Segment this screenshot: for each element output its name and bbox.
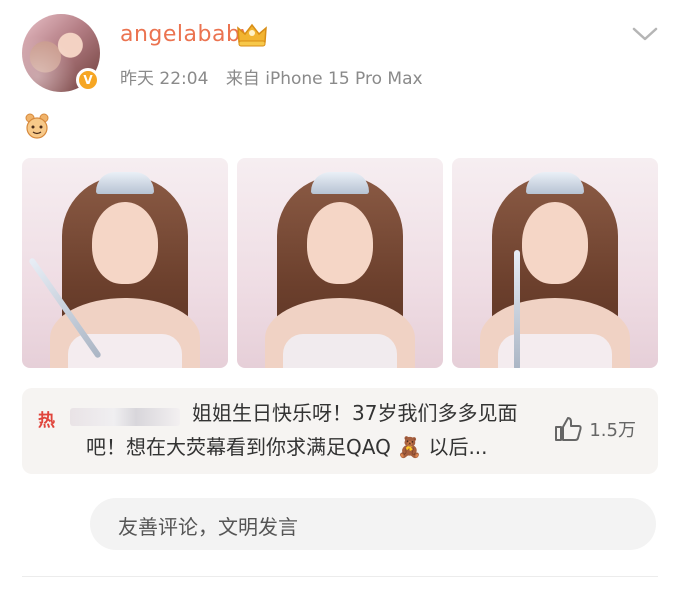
post-source: 来自 iPhone 15 Pro Max bbox=[225, 69, 423, 89]
photo-grid bbox=[22, 158, 658, 368]
chevron-down-icon[interactable] bbox=[632, 26, 658, 42]
bear-emoji-icon: 🧸 bbox=[397, 435, 423, 459]
post-time: 昨天 22:04 bbox=[120, 69, 209, 89]
like-button[interactable]: 1.5万 bbox=[553, 416, 636, 442]
bear-emoji-icon bbox=[25, 113, 49, 139]
hot-comment-text: 姐姐生日快乐呀！37岁我们多多见面吧！想在大荧幕看到你求满足QAQ 🧸 以后..… bbox=[86, 396, 526, 464]
post-photo[interactable] bbox=[237, 158, 443, 368]
like-count: 1.5万 bbox=[589, 420, 636, 441]
crown-icon bbox=[237, 23, 267, 47]
post-photo[interactable] bbox=[22, 158, 228, 368]
username[interactable]: angelababy bbox=[120, 22, 254, 47]
comment-input[interactable]: 友善评论，文明发言 bbox=[90, 498, 656, 550]
hot-comment[interactable]: 热 姐姐生日快乐呀！37岁我们多多见面吧！想在大荧幕看到你求满足QAQ 🧸 以后… bbox=[22, 388, 658, 474]
comment-input-placeholder: 友善评论，文明发言 bbox=[118, 515, 298, 539]
thumb-up-icon bbox=[555, 417, 582, 441]
hot-comment-suffix: 以后... bbox=[428, 435, 488, 459]
verified-badge-icon: V bbox=[76, 68, 100, 92]
hot-badge: 热 bbox=[38, 411, 55, 431]
post-meta: 昨天 22:04 来自 iPhone 15 Pro Max bbox=[120, 64, 435, 89]
divider bbox=[22, 576, 658, 577]
post-photo[interactable] bbox=[452, 158, 658, 368]
